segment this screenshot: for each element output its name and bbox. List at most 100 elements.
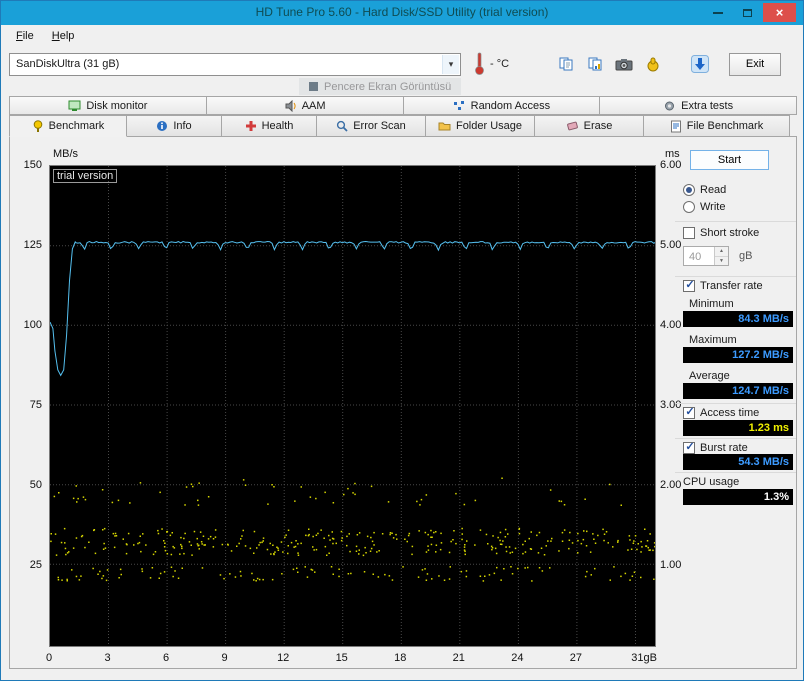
x-axis-tick: 9 xyxy=(221,652,228,664)
tab-error-scan[interactable]: Error Scan xyxy=(316,115,426,137)
random-access-icon xyxy=(453,100,464,110)
short-stroke-size-input[interactable]: 40 ▲ ▼ xyxy=(683,246,729,266)
y-axis-tick: 100 xyxy=(23,319,42,331)
tab-benchmark[interactable]: Benchmark xyxy=(9,115,127,137)
x-axis-end-label: 31gB xyxy=(631,652,657,664)
eraser-icon xyxy=(566,121,578,131)
y-axis-tick: 125 xyxy=(23,239,42,251)
cpu-usage-value: 1.3% xyxy=(683,489,793,505)
tab-label: File Benchmark xyxy=(686,120,764,132)
copy-image-icon xyxy=(588,57,602,71)
divider xyxy=(675,221,796,222)
access-time-value: 1.23 ms xyxy=(683,420,793,436)
y-axis-tick: 75 xyxy=(29,399,42,411)
tab-label: Benchmark xyxy=(48,120,105,132)
tab-aam[interactable]: AAM xyxy=(205,96,404,115)
trial-watermark: trial version xyxy=(53,169,118,183)
benchmark-chart xyxy=(49,166,656,644)
x-axis-tick: 12 xyxy=(277,652,290,664)
y-axis-tick: 25 xyxy=(29,559,42,571)
screenshot-camera-icon xyxy=(615,59,633,71)
folder-icon xyxy=(438,122,451,131)
burst-rate-label: Burst rate xyxy=(700,442,748,454)
tab-file-benchmark[interactable]: File Benchmark xyxy=(643,115,790,137)
x-axis-tick: 27 xyxy=(569,652,583,664)
ms-axis-tick: 1.00 xyxy=(660,559,682,571)
access-time-label: Access time xyxy=(700,407,760,419)
menu-help[interactable]: Help xyxy=(43,27,84,45)
copy-image-button[interactable] xyxy=(582,52,608,77)
checkbox-icon xyxy=(683,280,696,292)
transfer-rate-checkbox[interactable]: Transfer rate xyxy=(683,280,763,292)
drive-select[interactable]: SanDiskUltra (31 gB) ▾ xyxy=(9,52,461,76)
y-axis-unit: MB/s xyxy=(53,148,79,160)
drive-select-value: SanDiskUltra (31 gB) xyxy=(16,58,120,70)
read-radio[interactable]: Read xyxy=(683,184,726,196)
burst-rate-value: 54.3 MB/s xyxy=(683,454,793,470)
checkbox-icon xyxy=(683,407,696,419)
spin-up-button[interactable]: ▲ xyxy=(715,247,728,257)
menu-file[interactable]: File xyxy=(7,27,43,45)
speaker-icon xyxy=(285,99,296,112)
access-time-checkbox[interactable]: Access time xyxy=(683,407,759,419)
short-stroke-label: Short stroke xyxy=(700,227,760,239)
exit-button[interactable]: Exit xyxy=(729,52,782,76)
toolbar-buttons xyxy=(553,52,713,77)
x-axis-tick: 3 xyxy=(104,652,111,664)
maximize-button[interactable] xyxy=(734,3,760,22)
thermometer-icon xyxy=(473,51,485,78)
screenshot-tooltip: Pencere Ekran Görüntüsü xyxy=(299,78,462,95)
minimize-icon xyxy=(713,11,723,14)
burst-rate-checkbox[interactable]: Burst rate xyxy=(683,442,748,454)
tab-label: Folder Usage xyxy=(455,120,523,132)
app-window: HD Tune Pro 5.60 - Hard Disk/SSD Utility… xyxy=(0,0,804,681)
window-title: HD Tune Pro 5.60 - Hard Disk/SSD Utility… xyxy=(255,5,549,19)
minimum-value: 84.3 MB/s xyxy=(683,311,793,327)
tab-folder-usage[interactable]: Folder Usage xyxy=(425,115,535,137)
benchmark-icon xyxy=(33,119,42,132)
tab-random-access[interactable]: Random Access xyxy=(402,96,601,115)
info-icon xyxy=(157,121,168,131)
close-icon: × xyxy=(775,5,784,20)
x-axis-tick: 6 xyxy=(163,652,170,664)
gear-icon xyxy=(665,101,675,110)
write-label: Write xyxy=(700,201,726,213)
divider xyxy=(675,472,796,473)
x-axis-tick: 24 xyxy=(511,652,524,664)
radio-circle-icon xyxy=(683,201,695,213)
copy-text-button[interactable] xyxy=(553,52,579,77)
tab-label: Disk monitor xyxy=(86,99,148,112)
minimize-button[interactable] xyxy=(705,3,731,22)
tab-info[interactable]: Info xyxy=(126,115,222,137)
start-button[interactable]: Start xyxy=(690,150,769,170)
maximum-value: 127.2 MB/s xyxy=(683,347,793,363)
save-results-button[interactable] xyxy=(687,52,713,77)
spin-down-button[interactable]: ▼ xyxy=(715,256,728,265)
temperature-value: - °C xyxy=(490,58,510,70)
register-button[interactable] xyxy=(640,52,666,77)
chevron-down-icon[interactable]: ▾ xyxy=(442,54,459,74)
short-stroke-checkbox[interactable]: Short stroke xyxy=(683,227,759,239)
screenshot-button[interactable] xyxy=(611,52,637,77)
menubar: File Help xyxy=(2,25,802,47)
read-label: Read xyxy=(700,184,727,196)
hand-icon xyxy=(647,57,659,72)
save-download-icon xyxy=(691,55,710,73)
short-stroke-unit-label: gB xyxy=(739,250,753,262)
checkbox-icon xyxy=(683,227,695,239)
y-axis-tick: 50 xyxy=(29,479,42,491)
tab-erase[interactable]: Erase xyxy=(534,115,644,137)
write-radio[interactable]: Write xyxy=(683,201,725,213)
spinner-buttons: ▲ ▼ xyxy=(714,247,728,265)
close-button[interactable]: × xyxy=(763,3,796,22)
y-axis: 150 125 100 75 50 25 xyxy=(9,159,45,647)
x-axis: 0 3 6 9 12 15 18 21 24 27 31gB xyxy=(46,652,657,666)
tab-disk-monitor[interactable]: Disk monitor xyxy=(9,96,207,115)
secondary-tabs: Disk monitor AAM Random Access Extra tes… xyxy=(9,96,797,115)
checkbox-icon xyxy=(683,442,696,454)
copy-text-icon xyxy=(559,57,573,71)
tab-health[interactable]: Health xyxy=(221,115,317,137)
maximum-label: Maximum xyxy=(689,334,737,346)
divider xyxy=(675,438,796,439)
tab-extra-tests[interactable]: Extra tests xyxy=(599,96,797,115)
